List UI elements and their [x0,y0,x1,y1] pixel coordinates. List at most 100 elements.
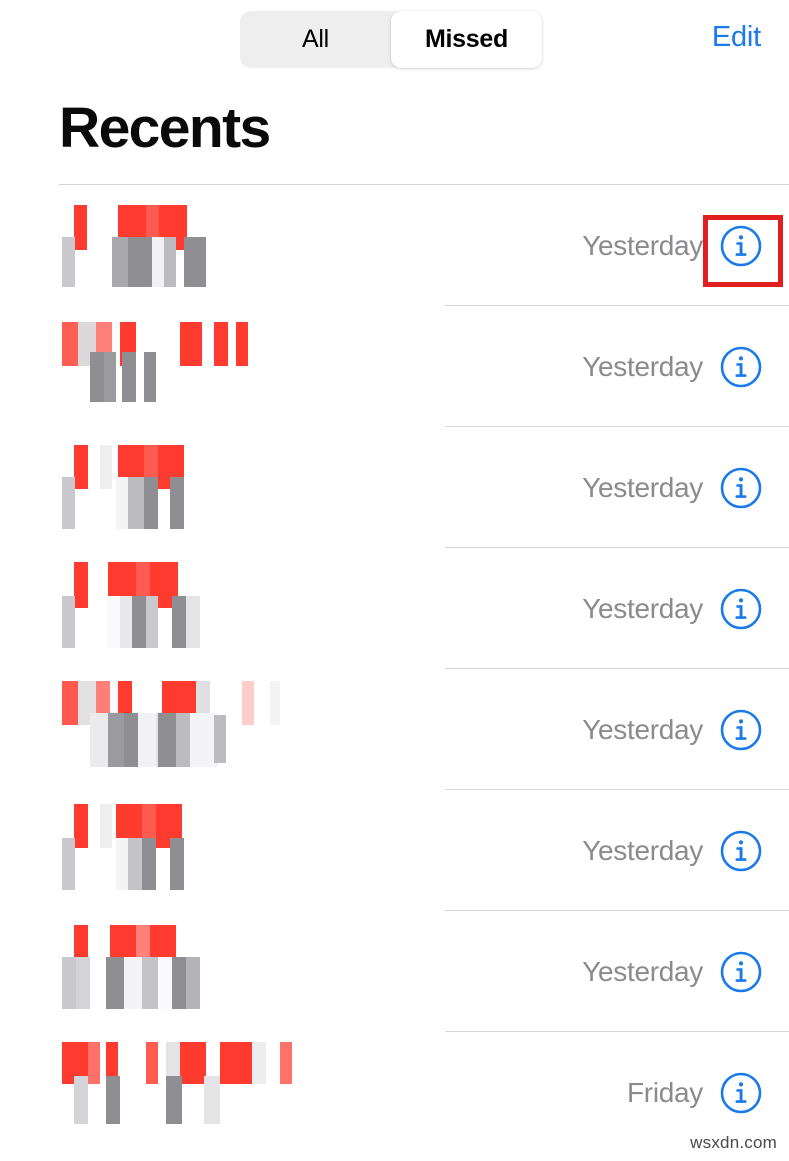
info-icon[interactable] [719,950,763,994]
call-date-label: Yesterday [582,471,703,503]
redaction-block [214,715,226,763]
segment-missed[interactable]: Missed [391,11,542,68]
redaction-block [186,957,200,1009]
redaction-block [90,713,108,767]
redaction-block [124,713,138,767]
redaction-block [270,681,280,725]
call-date-label: Yesterday [582,713,703,745]
call-row-meta: Yesterday [582,911,789,1032]
redaction-block [214,322,228,366]
call-row-meta: Yesterday [582,669,789,790]
recents-call-list: Yesterday Yesterday Yesterday Yesterday Yest… [0,185,789,1154]
redaction-block [88,1042,100,1084]
edit-button[interactable]: Edit [712,21,761,54]
redaction-block [62,237,75,287]
redaction-block [236,322,248,366]
redaction-block [204,1076,220,1124]
page-title: Recents [59,96,271,160]
redaction-block [158,957,172,1009]
call-row-meta: Yesterday [582,306,789,427]
redaction-block [62,322,78,366]
redaction-block [252,1042,266,1084]
call-row-meta: Yesterday [582,427,789,548]
redaction-block [184,237,206,287]
redaction-block [166,1076,182,1124]
redaction-block [142,957,158,1009]
info-icon[interactable] [719,345,763,389]
call-row[interactable]: Yesterday [0,790,789,911]
top-bar: All Missed Edit [0,0,789,78]
redaction-block [242,681,254,725]
redaction-block [180,322,202,366]
redaction-block [62,596,75,648]
redaction-block [106,596,120,648]
call-row[interactable]: Yesterday [0,306,789,427]
redaction-block [74,205,87,250]
segment-all[interactable]: All [240,11,391,68]
call-row[interactable]: Yesterday [0,548,789,669]
redaction-block [120,596,132,648]
redaction-block [108,713,124,767]
info-icon[interactable] [719,1071,763,1115]
redaction-block [62,681,78,725]
redaction-block [186,596,200,648]
call-date-label: Friday [627,1076,703,1108]
redaction-block [74,1076,88,1124]
redaction-block [172,596,186,648]
call-row[interactable]: Yesterday [0,427,789,548]
call-row-meta: Yesterday [582,548,789,669]
call-row-meta: Yesterday [582,790,789,911]
info-icon[interactable] [719,587,763,631]
info-icon[interactable] [719,829,763,873]
redaction-block [128,477,144,529]
redaction-block [100,445,112,489]
redaction-block [220,1042,252,1084]
call-row-meta: Yesterday [582,185,789,306]
call-date-label: Yesterday [582,229,703,261]
info-icon[interactable] [719,224,763,268]
redaction-block [132,596,146,648]
redaction-block [76,957,90,1009]
call-row[interactable]: Yesterday [0,185,789,306]
call-date-label: Yesterday [582,834,703,866]
call-date-label: Yesterday [582,592,703,624]
redaction-block [74,804,88,848]
redaction-block [172,957,186,1009]
redaction-block [122,352,136,402]
redaction-block [62,838,75,890]
redaction-block [142,838,156,890]
segmented-control[interactable]: All Missed [240,11,542,68]
redaction-block [138,713,156,767]
watermark: wsxdn.com [690,1133,777,1152]
redaction-block [74,562,88,608]
redaction-block [170,477,184,529]
redaction-block [280,1042,292,1084]
redaction-block [106,957,124,1009]
redaction-block [164,237,176,287]
redaction-block [116,477,128,529]
call-date-label: Yesterday [582,955,703,987]
redaction-block [106,1076,120,1124]
redaction-block [112,237,128,287]
redaction-block [100,804,112,848]
redaction-block [128,237,152,287]
redaction-block [144,352,156,402]
redaction-block [170,838,184,890]
redaction-block [124,957,142,1009]
redaction-block [128,838,142,890]
redaction-block [152,237,164,287]
redaction-block [158,713,176,767]
info-icon[interactable] [719,708,763,752]
redaction-block [144,477,158,529]
call-row[interactable]: Yesterday [0,669,789,790]
redaction-block [180,1042,206,1084]
redaction-block [74,445,88,489]
call-row[interactable]: Friday [0,1032,789,1154]
info-icon[interactable] [719,466,763,510]
redaction-block [116,838,128,890]
redaction-block [62,957,76,1009]
redaction-block [62,477,75,529]
redaction-block [146,1042,158,1084]
call-row[interactable]: Yesterday [0,911,789,1032]
redaction-block [146,596,158,648]
